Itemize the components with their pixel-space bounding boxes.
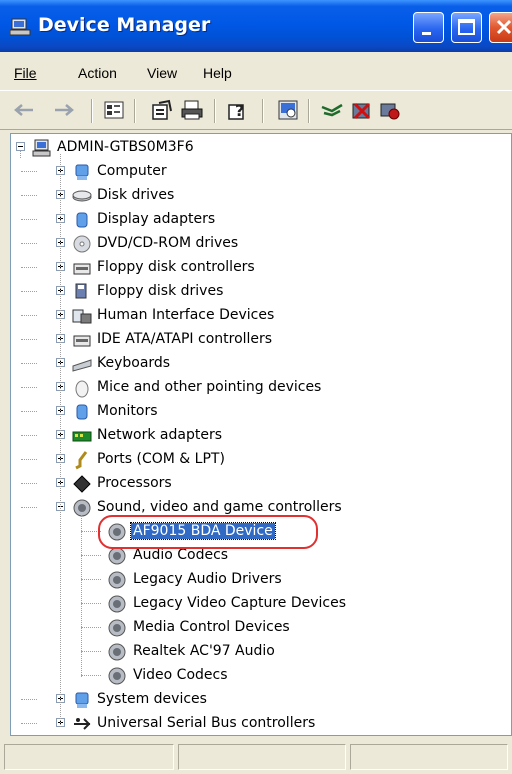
menu-action-label: Action [78, 65, 117, 81]
sound-icon [73, 499, 91, 517]
device-label: Realtek AC'97 Audio [133, 643, 275, 659]
category-label: Ports (COM & LPT) [97, 451, 225, 467]
scan-icon [278, 100, 298, 120]
category-label: Computer [97, 163, 167, 179]
uninstall-icon [352, 102, 371, 120]
menu-file[interactable]: File [14, 65, 37, 81]
properties-icon [152, 99, 172, 120]
category-label: Universal Serial Bus controllers [97, 715, 316, 731]
category-label: Processors [97, 475, 172, 491]
device-icon [108, 667, 126, 685]
port-icon [75, 451, 88, 470]
usb-icon [74, 718, 91, 730]
category-label: IDE ATA/ATAPI controllers [97, 331, 273, 347]
svg-text:?: ? [235, 101, 244, 120]
device-manager-window: Device Manager File Action View Help ? A… [0, 0, 512, 774]
category-label: Human Interface Devices [97, 307, 275, 323]
status-pane-3 [350, 744, 508, 770]
display-adapter-icon [76, 212, 88, 228]
disable-button[interactable] [378, 98, 402, 122]
device-icon [108, 619, 126, 637]
disk-drive-icon [72, 190, 92, 202]
category-label: Floppy disk controllers [97, 259, 255, 275]
status-pane-2 [178, 744, 346, 770]
view-button[interactable] [102, 98, 126, 122]
maximize-button[interactable] [451, 12, 482, 43]
uninstall-button[interactable] [350, 98, 374, 122]
category-label: Network adapters [97, 427, 222, 443]
device-icon [108, 595, 126, 613]
category-label: DVD/CD-ROM drives [97, 235, 239, 251]
menu-bar: File Action View Help [0, 59, 512, 89]
menu-view[interactable]: View [147, 65, 177, 81]
device-label: Audio Codecs [133, 547, 229, 563]
print-icon [181, 100, 203, 120]
properties-button[interactable] [150, 98, 174, 122]
menu-help-label: Help [203, 65, 232, 81]
controller-icon [73, 263, 91, 275]
minimize-button[interactable] [413, 12, 444, 43]
print-button[interactable] [180, 98, 204, 122]
red-highlight-oval [98, 515, 318, 549]
computer-icon [75, 164, 89, 180]
window-title: Device Manager [38, 14, 211, 36]
status-pane-1 [4, 744, 174, 770]
scan-hardware-button[interactable] [276, 98, 300, 122]
back-icon [14, 104, 33, 116]
toolbar: ? [0, 90, 512, 130]
category-label: Disk drives [97, 187, 175, 203]
collapse-toggle[interactable] [16, 142, 25, 151]
device-icon [108, 547, 126, 565]
close-button[interactable] [489, 12, 512, 43]
menu-view-label: View [147, 65, 178, 81]
disable-icon [380, 103, 400, 120]
update-driver-icon [321, 103, 343, 117]
device-label: Media Control Devices [133, 619, 290, 635]
device-icon [108, 571, 126, 589]
category-label: Monitors [97, 403, 158, 419]
dvd-icon [73, 235, 91, 253]
update-driver-button[interactable] [320, 98, 344, 122]
network-icon [72, 431, 92, 442]
forward-icon [55, 104, 74, 116]
category-label: Display adapters [97, 211, 216, 227]
computer-root-icon [32, 139, 51, 157]
menu-help[interactable]: Help [203, 65, 232, 81]
menu-file-label: File [14, 65, 37, 81]
forward-button[interactable] [52, 98, 76, 122]
system-icon [75, 692, 89, 708]
view-icon [104, 101, 124, 119]
category-label: System devices [97, 691, 207, 707]
category-label: Floppy disk drives [97, 283, 224, 299]
category-label: Sound, video and game controllers [97, 499, 342, 515]
device-icon [108, 643, 126, 661]
maximize-icon [458, 19, 475, 35]
category-label: Mice and other pointing devices [97, 379, 322, 395]
device-label: Legacy Video Capture Devices [133, 595, 347, 611]
processor-icon [73, 475, 91, 493]
minimize-icon [422, 32, 431, 35]
device-manager-icon [10, 18, 31, 36]
keyboard-icon [72, 359, 92, 372]
close-icon [496, 19, 512, 35]
back-button[interactable] [12, 98, 36, 122]
device-tree[interactable]: ADMIN-GTBS0M3F6 Computer Disk drives Dis… [10, 133, 512, 736]
title-bar[interactable]: Device Manager [0, 0, 512, 52]
status-bar [0, 738, 512, 774]
floppy-icon [75, 283, 87, 299]
monitor-icon [76, 404, 88, 420]
menu-action[interactable]: Action [78, 65, 117, 81]
device-label: Video Codecs [133, 667, 228, 683]
root-label: ADMIN-GTBS0M3F6 [57, 139, 194, 155]
controller-icon [73, 335, 91, 347]
device-label: Legacy Audio Drivers [133, 571, 282, 587]
help-icon: ? [228, 101, 244, 120]
hid-icon [72, 309, 92, 324]
mouse-icon [75, 380, 89, 398]
help-button[interactable]: ? [226, 98, 250, 122]
category-label: Keyboards [97, 355, 171, 371]
